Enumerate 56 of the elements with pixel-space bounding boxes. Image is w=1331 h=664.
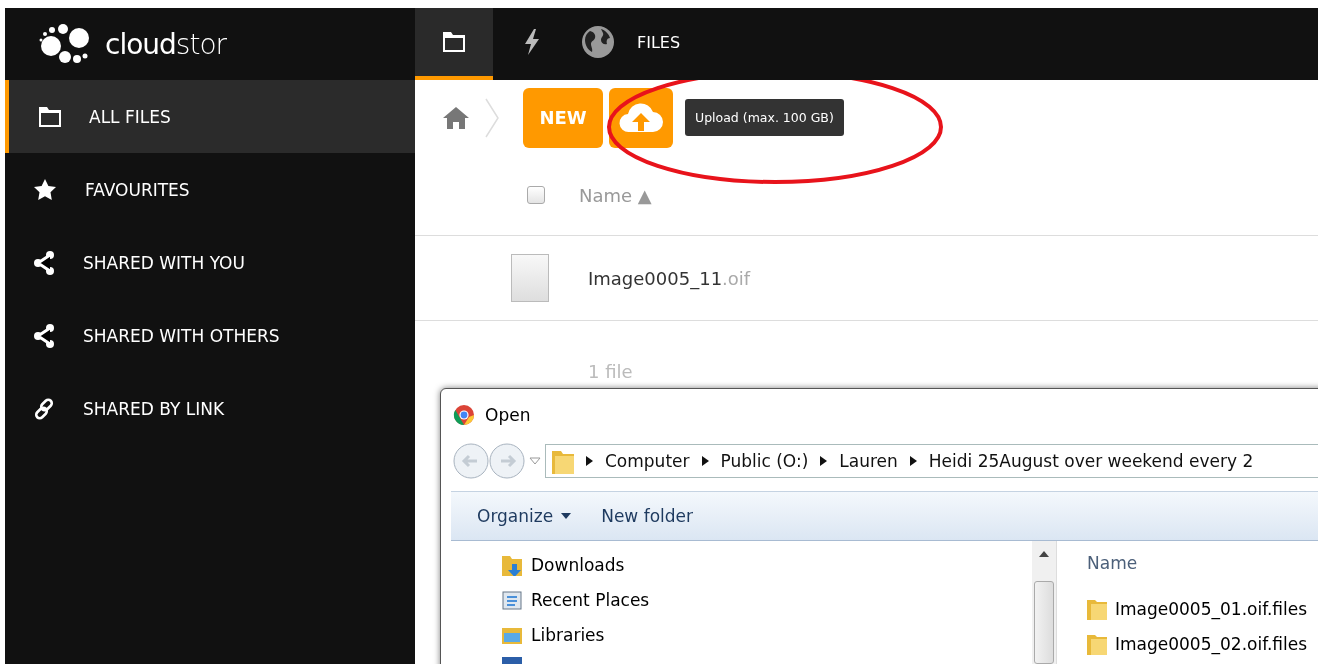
home-icon[interactable] (443, 106, 469, 129)
sidebar-item[interactable]: ALL FILES (5, 80, 415, 153)
file-count: 1 file (588, 361, 634, 382)
select-all-checkbox[interactable] (527, 186, 545, 204)
sidebar-item[interactable]: SHARED WITH OTHERS (5, 299, 415, 372)
chevron-icon (485, 97, 499, 138)
sidebar-item[interactable]: SHARED WITH YOU (5, 226, 415, 299)
folder-icon (1087, 632, 1107, 655)
forward-button[interactable] (489, 443, 525, 479)
globe-icon (581, 25, 615, 59)
new-folder-button[interactable]: New folder (601, 506, 693, 526)
path-segment[interactable]: Heidi 25August over weekend every 2 (928, 451, 1254, 471)
downloads-folder-icon (501, 553, 523, 576)
folder-icon (39, 106, 61, 127)
desktop-icon (501, 656, 523, 664)
breadcrumb-arrow-icon (586, 456, 593, 466)
history-dropdown-icon[interactable] (529, 456, 541, 466)
share-icon (33, 250, 55, 275)
name-column-header[interactable]: Name (1087, 553, 1138, 573)
dialog-title: Open (485, 405, 531, 425)
breadcrumb-arrow-icon (701, 456, 709, 466)
nav-pane-item[interactable]: Downloads (501, 547, 1032, 582)
folder-icon (1087, 597, 1107, 620)
folder-item[interactable]: Image0005_02.oif.files (1087, 626, 1308, 661)
folder-icon (443, 32, 465, 52)
upload-tooltip: Upload (max. 100 GB) (685, 99, 844, 136)
scroll-up-icon (1039, 551, 1049, 557)
folder-icon (552, 448, 574, 474)
path-segment[interactable]: Public (O:) (720, 451, 809, 471)
file-name[interactable]: Image0005_11.oif (588, 267, 751, 289)
organize-menu[interactable]: Organize (477, 506, 572, 526)
star-icon (33, 177, 57, 202)
path-segment[interactable]: Lauren (839, 451, 898, 471)
recent-places-icon (501, 588, 523, 611)
sidebar-item[interactable]: FAVOURITES (5, 153, 415, 226)
share-icon (33, 323, 55, 348)
link-icon (33, 397, 55, 420)
upload-button[interactable] (609, 87, 673, 148)
files-tab[interactable]: FILES (553, 8, 709, 80)
back-button[interactable] (453, 443, 489, 479)
nav-pane-item[interactable]: Recent Places (501, 582, 1032, 617)
file-thumbnail (511, 254, 549, 302)
cloud-upload-icon (619, 101, 663, 134)
caret-icon (561, 513, 572, 519)
breadcrumb-arrow-icon (909, 456, 917, 466)
scrollbar-thumb[interactable] (1034, 581, 1054, 664)
folder-item[interactable]: Image0005_01.oif.files (1087, 591, 1308, 626)
scrollbar[interactable] (1032, 541, 1056, 664)
nav-pane-item[interactable]: Libraries (501, 617, 1032, 652)
sidebar-item[interactable]: SHARED BY LINK (5, 372, 415, 445)
nav-tab[interactable] (415, 8, 493, 80)
path-segment[interactable]: Computer (605, 451, 690, 471)
address-bar[interactable]: Computer Public (O:) Lauren Heidi 25August over weekend every 2 (545, 444, 1318, 478)
lightning-icon (523, 29, 541, 55)
browser-logo-icon (453, 404, 475, 426)
breadcrumb-arrow-icon (820, 456, 828, 466)
